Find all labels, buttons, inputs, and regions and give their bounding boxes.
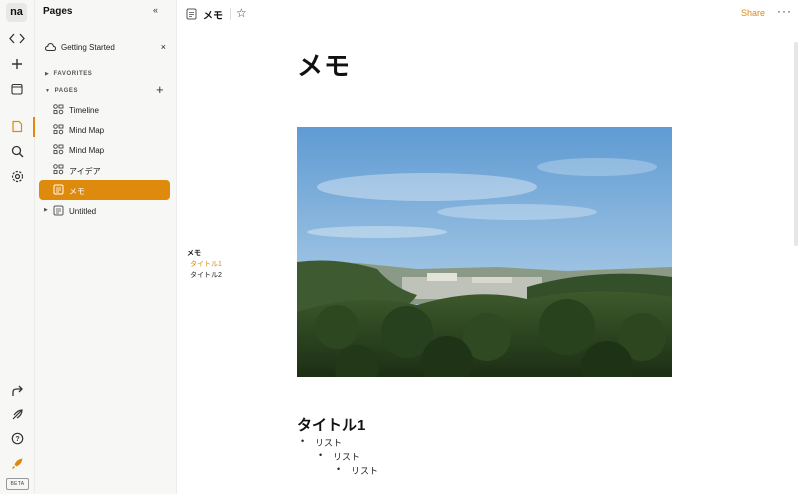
sidebar-item-label: メモ — [69, 187, 85, 196]
board-icon — [53, 144, 64, 157]
sidebar-item-label: Untitled — [69, 207, 97, 216]
icon-rail: na ? BETA — [0, 0, 35, 494]
pages-section-label: PAGES — [54, 88, 79, 94]
share-arrow-icon[interactable] — [0, 384, 34, 402]
search-icon[interactable] — [0, 145, 34, 163]
collapse-sidebar-button[interactable]: « — [153, 5, 158, 15]
sidebar-item-label: アイデア — [69, 167, 101, 176]
doc-icon — [53, 205, 64, 218]
sidebar-item-mind-map-2[interactable]: Mind Map — [39, 140, 170, 160]
beta-badge: BETA — [6, 478, 29, 490]
svg-text:?: ? — [15, 436, 19, 443]
list-item[interactable]: リスト — [301, 436, 342, 449]
chevrons-icon[interactable] — [0, 31, 34, 49]
board-icon — [53, 104, 64, 117]
settings-icon[interactable] — [0, 170, 34, 188]
star-icon[interactable]: ☆ — [236, 6, 247, 20]
toc-item[interactable]: メモ — [187, 248, 222, 259]
toc-item[interactable]: タイトル2 — [187, 270, 222, 281]
pages-section[interactable]: ▼ PAGES — [45, 88, 78, 94]
heading-1[interactable]: タイトル1 — [297, 414, 365, 435]
feather-icon[interactable] — [0, 408, 34, 426]
cloud-icon — [44, 42, 57, 54]
close-icon[interactable]: × — [161, 42, 166, 52]
favorites-label: FAVORITES — [53, 71, 93, 77]
caret-right-icon: ▶ — [45, 71, 50, 77]
workspace-logo[interactable]: na — [6, 3, 27, 22]
doc-icon — [53, 184, 64, 197]
board-icon — [53, 164, 64, 177]
sidebar-item-untitled[interactable]: ▶ Untitled — [39, 201, 170, 221]
pages-sidebar: Pages « Getting Started × ▶ FAVORITES ▼ PA… — [35, 0, 177, 494]
calendar-icon[interactable] — [0, 82, 34, 100]
landscape-photo[interactable] — [297, 127, 672, 377]
add-page-button[interactable]: + — [156, 83, 164, 97]
page-title[interactable]: メモ — [297, 46, 351, 83]
pages-icon[interactable] — [0, 120, 34, 138]
share-button[interactable]: Share — [741, 8, 765, 18]
expand-icon[interactable]: ▶ — [44, 207, 48, 213]
list-item[interactable]: リスト — [337, 464, 378, 477]
sidebar-title: Pages — [43, 6, 73, 17]
sidebar-item-mind-map[interactable]: Mind Map — [39, 120, 170, 140]
toc-item-active[interactable]: タイトル1 — [187, 259, 222, 270]
sidebar-item-label: Mind Map — [69, 146, 105, 155]
list-item[interactable]: リスト — [319, 450, 360, 463]
scrollbar[interactable] — [794, 42, 798, 246]
getting-started-item[interactable]: Getting Started × — [44, 41, 170, 55]
sidebar-item-memo[interactable]: メモ — [39, 180, 170, 200]
table-of-contents: メモ タイトル1 タイトル2 — [187, 248, 222, 281]
header-page-title[interactable]: メモ — [203, 7, 223, 22]
page-header: メモ ☆ Share ··· — [177, 0, 800, 28]
sidebar-item-label: Mind Map — [69, 126, 105, 135]
caret-down-icon: ▼ — [45, 88, 51, 94]
help-icon[interactable]: ? — [0, 432, 34, 450]
plus-icon[interactable] — [0, 57, 34, 75]
sidebar-item-label: Timeline — [69, 106, 99, 115]
rocket-icon[interactable] — [0, 457, 34, 475]
board-icon — [53, 124, 64, 137]
getting-started-label: Getting Started — [61, 43, 115, 52]
favorites-section[interactable]: ▶ FAVORITES — [45, 71, 92, 77]
divider — [230, 8, 231, 20]
sidebar-item-timeline[interactable]: Timeline — [39, 100, 170, 120]
doc-icon — [186, 7, 197, 25]
more-options-button[interactable]: ··· — [777, 4, 792, 18]
sidebar-item-idea[interactable]: アイデア — [39, 160, 170, 180]
